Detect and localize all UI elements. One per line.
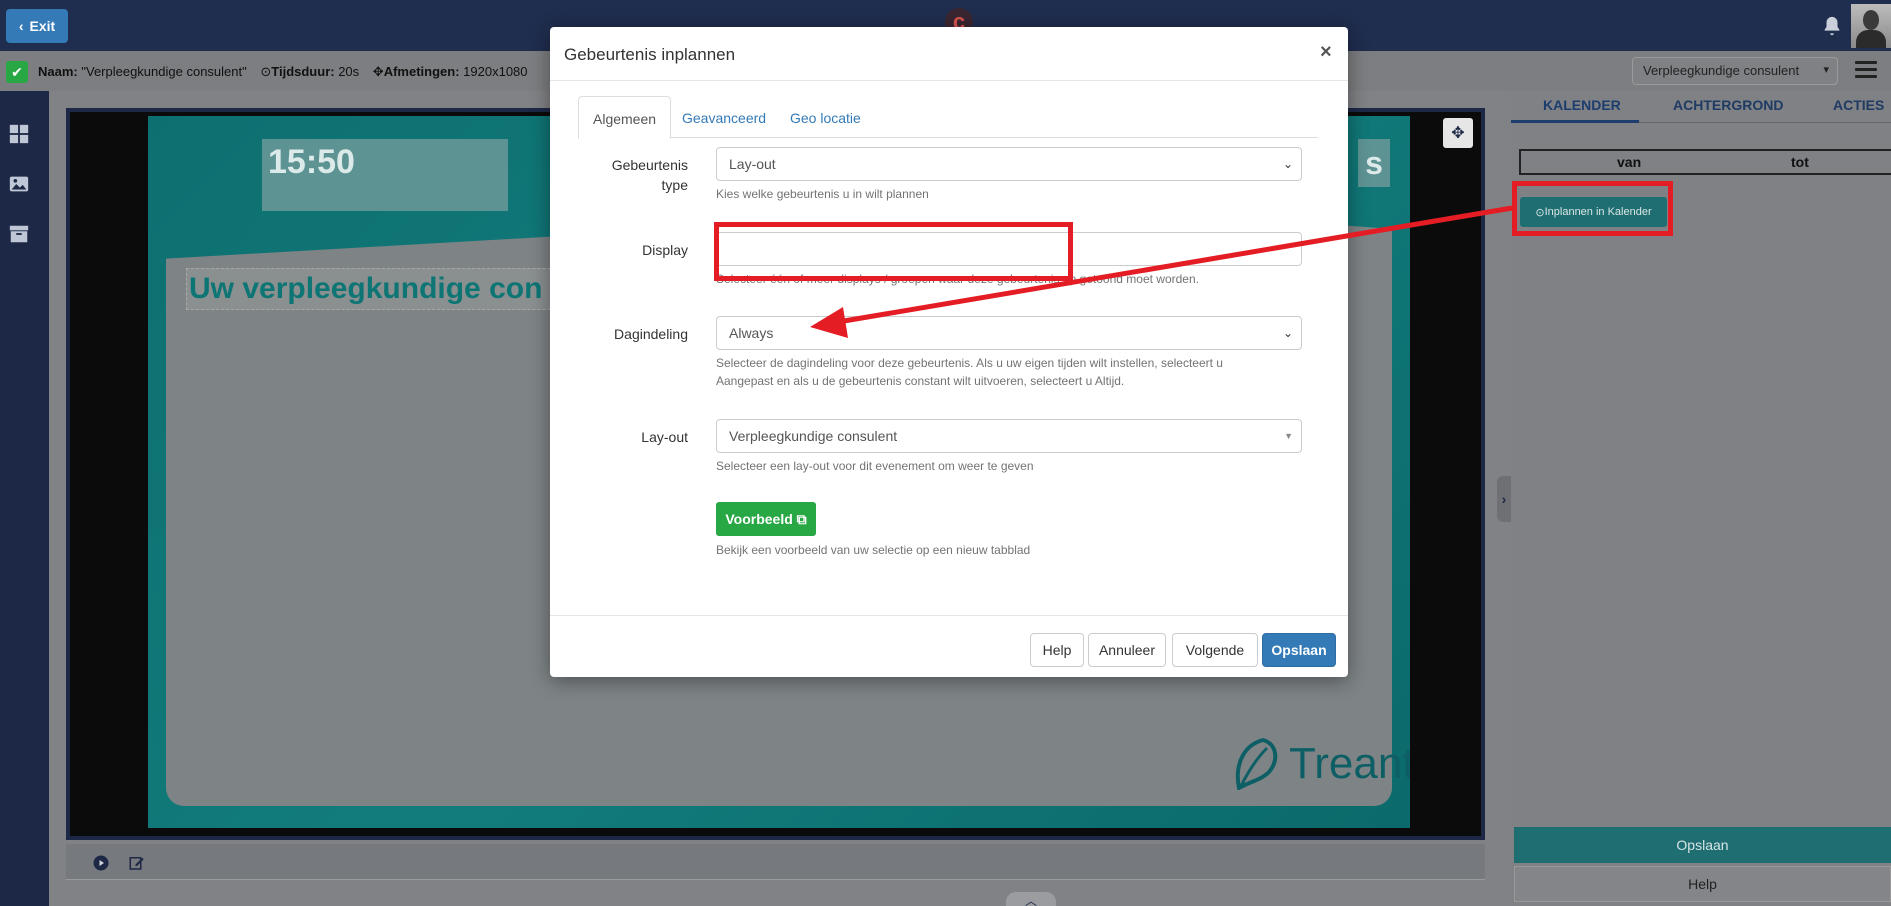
canvas-toolbar: [66, 844, 1485, 880]
left-sidebar: [0, 91, 49, 906]
dimensions-label: Afmetingen:: [383, 64, 460, 79]
exit-label: Exit: [29, 18, 56, 34]
preview-label: Voorbeeld: [725, 511, 793, 527]
tab-advanced[interactable]: Geavanceerd: [668, 96, 780, 138]
dayparting-value: Always: [729, 325, 774, 341]
event-type-value: Lay-out: [729, 156, 776, 172]
dimensions-value: 1920x1080: [463, 64, 528, 79]
modal-header: Gebeurtenis inplannen ×: [550, 27, 1348, 81]
schedule-table: van tot: [1519, 149, 1891, 175]
menu-icon[interactable]: [1855, 61, 1877, 79]
layout-dropdown[interactable]: Verpleegkundige consulent ▼: [716, 419, 1302, 453]
clock-icon: ⊙: [260, 64, 272, 79]
dashboard-icon[interactable]: [8, 123, 30, 145]
right-panel-tabs: KALENDER ACHTERGROND ACTIES: [1511, 91, 1891, 123]
tab-actions[interactable]: ACTIES: [1833, 97, 1884, 113]
layout-help: Selecteer een lay-out voor dit evenement…: [716, 459, 1034, 473]
play-icon[interactable]: [92, 854, 110, 872]
modal-tabs: Algemeen Geavanceerd Geo locatie: [578, 96, 1318, 139]
clock-widget[interactable]: 15:50: [262, 139, 508, 211]
move-handle-icon[interactable]: ✥: [1443, 118, 1473, 148]
archive-icon[interactable]: [8, 223, 30, 245]
help-button[interactable]: Help: [1030, 633, 1084, 667]
tab-general[interactable]: Algemeen: [578, 96, 672, 139]
image-icon[interactable]: [8, 173, 30, 195]
external-link-icon: ⧉: [796, 511, 807, 527]
annotation-box-schedule: [1512, 181, 1673, 236]
slide-corner-text: s: [1358, 139, 1390, 187]
edit-icon[interactable]: [128, 854, 146, 872]
layout-select-value: Verpleegkundige consulent: [1643, 63, 1800, 78]
chevron-down-icon: ⌄: [1282, 326, 1293, 340]
cancel-button[interactable]: Annuleer: [1088, 633, 1166, 667]
dayparting-label: Dagindeling: [614, 326, 688, 342]
clock-text: 15:50: [268, 143, 355, 181]
column-to: tot: [1791, 154, 1809, 170]
layout-info: Naam: "Verpleegkundige consulent" ⊙Tijds…: [38, 64, 528, 80]
next-button[interactable]: Volgende: [1172, 633, 1258, 667]
column-from: van: [1617, 154, 1642, 170]
tab-background[interactable]: ACHTERGROND: [1673, 97, 1783, 113]
dayparting-help: Selecteer de dagindeling voor deze gebeu…: [716, 356, 1223, 388]
schedule-event-modal: Gebeurtenis inplannen × Algemeen Geavanc…: [550, 27, 1348, 677]
caret-down-icon: ▼: [1284, 431, 1293, 441]
layout-value: Verpleegkundige consulent: [729, 428, 898, 444]
bell-icon[interactable]: [1821, 15, 1843, 37]
duration-value: 20s: [338, 64, 360, 79]
treant-logo: Treant: [1233, 738, 1410, 790]
treant-logo-text: Treant: [1289, 739, 1410, 788]
preview-help: Bekijk een voorbeeld van uw selectie op …: [716, 543, 1031, 557]
user-avatar[interactable]: [1851, 4, 1891, 48]
event-type-select[interactable]: Lay-out ⌄: [716, 147, 1302, 181]
modal-footer: Help Annuleer Volgende Opslaan: [550, 615, 1348, 677]
panel-help-button[interactable]: Help: [1514, 866, 1891, 902]
layout-select[interactable]: Verpleegkundige consulent: [1632, 57, 1838, 85]
panel-save-button[interactable]: Opslaan: [1514, 827, 1891, 863]
chevron-up-icon[interactable]: ︿: [1006, 892, 1056, 906]
tab-geo-location[interactable]: Geo locatie: [776, 96, 875, 138]
layout-label: Lay-out: [641, 429, 688, 445]
chevron-down-icon: ⌄: [1282, 157, 1293, 171]
dayparting-select[interactable]: Always ⌄: [716, 316, 1302, 350]
preview-button[interactable]: Voorbeeld ⧉: [716, 502, 816, 536]
duration-label: Tijdsduur:: [271, 64, 335, 79]
close-icon[interactable]: ×: [1320, 41, 1332, 64]
exit-button[interactable]: ‹ Exit: [6, 9, 68, 43]
move-arrows-icon: ✥: [372, 64, 384, 79]
tab-calendar[interactable]: KALENDER: [1543, 97, 1621, 113]
name-label: Naam:: [38, 64, 78, 79]
save-button[interactable]: Opslaan: [1262, 633, 1336, 667]
treant-leaf-icon: [1235, 738, 1278, 790]
modal-title: Gebeurtenis inplannen: [564, 45, 736, 64]
annotation-box-display: [714, 222, 1073, 281]
display-label: Display: [642, 242, 688, 258]
chevron-right-icon[interactable]: ›: [1497, 476, 1511, 522]
event-type-label: Gebeurtenis type: [611, 157, 688, 193]
event-type-help: Kies welke gebeurtenis u in wilt plannen: [716, 187, 929, 201]
chevron-left-icon: ‹: [18, 18, 24, 34]
check-icon: ✔: [6, 61, 28, 83]
name-value: "Verpleegkundige consulent": [81, 64, 247, 79]
